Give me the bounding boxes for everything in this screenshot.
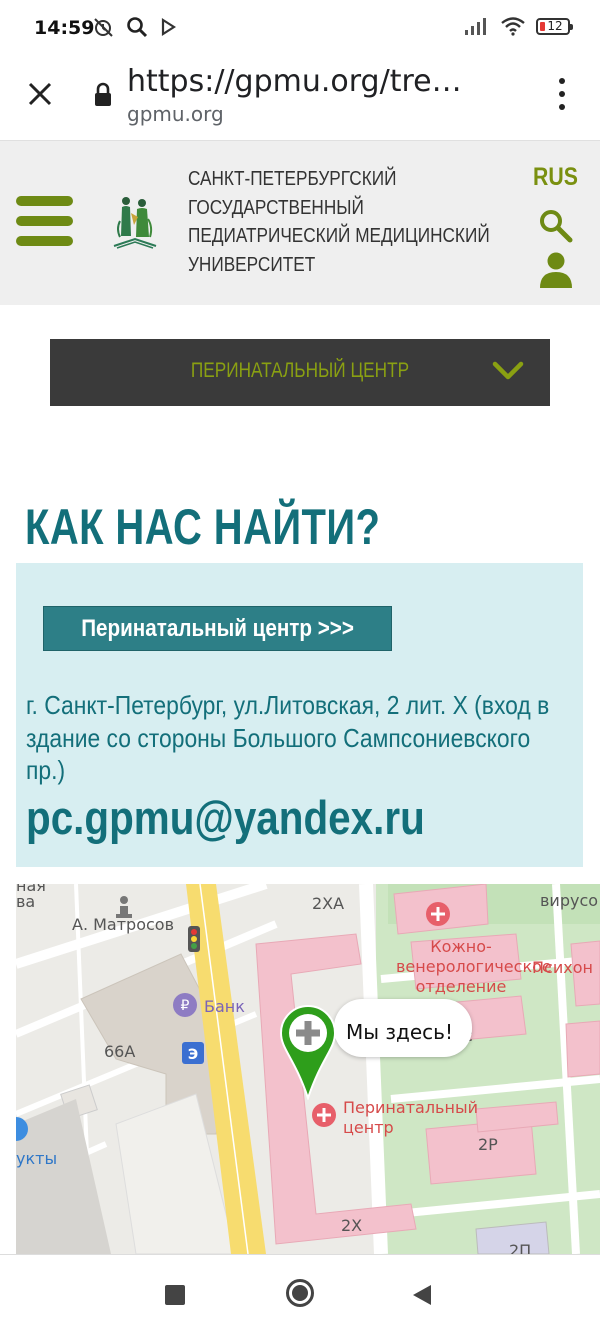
perinatal-center-button[interactable]: Перинатальный центр >>>: [43, 606, 392, 651]
university-logo-icon[interactable]: [112, 191, 158, 251]
search-icon: [127, 17, 148, 38]
map-label: вирусо: [540, 891, 599, 910]
url-text[interactable]: https://gpmu.org/tre…: [127, 64, 462, 99]
browser-toolbar: https://gpmu.org/tre… gpmu.org: [0, 56, 600, 141]
recents-button[interactable]: [165, 1285, 185, 1305]
page-title: КАК НАС НАЙТИ?: [25, 499, 381, 555]
university-name-line: ПЕДИАТРИЧЕСКИЙ МЕДИЦИНСКИЙ: [188, 225, 490, 247]
email-link[interactable]: pc.gpmu@yandex.ru: [26, 790, 425, 845]
svg-text:₽: ₽: [181, 998, 190, 1014]
university-name-line: ГОСУДАРСТВЕННЫЙ: [188, 196, 364, 219]
status-icons-left: [92, 16, 176, 38]
site-search-icon[interactable]: [538, 208, 574, 244]
status-icons-right: 12: [464, 16, 573, 36]
svg-text:Э: Э: [188, 1047, 198, 1063]
map-label: Банк: [204, 997, 245, 1016]
map-poi-skin-clinic[interactable]: Кожно- венерологическое отделение: [396, 937, 552, 997]
map-label: 2Р: [478, 1135, 498, 1154]
university-name-line: УНИВЕРСИТЕТ: [188, 253, 316, 276]
site-header: САНКТ-ПЕТЕРБУРГСКИЙ ГОСУДАРСТВЕННЫЙ ПЕДИ…: [0, 141, 600, 305]
hamburger-menu-button[interactable]: [16, 196, 73, 246]
map-label: 2ХА: [312, 894, 345, 913]
map-label: укты: [16, 1149, 58, 1168]
hamburger-bar-icon: [16, 216, 73, 226]
status-bar: 14:59 12: [0, 0, 600, 56]
hamburger-bar-icon: [16, 236, 73, 246]
wifi-icon: [501, 17, 525, 36]
map-label: ва: [16, 892, 36, 911]
battery-icon: 12: [536, 17, 573, 35]
close-tab-button[interactable]: [22, 76, 58, 112]
home-button[interactable]: [285, 1278, 315, 1308]
browser-menu-button[interactable]: [548, 78, 576, 110]
map-label: 66А: [104, 1042, 136, 1061]
address-text: г. Санкт-Петербург, ул.Литовская, 2 лит.…: [26, 690, 550, 785]
dropdown-label: ПЕРИНАТАЛЬНЫЙ ЦЕНТР: [190, 359, 410, 382]
play-store-icon: [161, 18, 176, 36]
university-name[interactable]: САНКТ-ПЕТЕРБУРГСКИЙ ГОСУДАРСТВЕННЫЙ ПЕДИ…: [188, 165, 490, 279]
map-label: 2П: [509, 1241, 532, 1254]
map-label: 2Х: [341, 1216, 363, 1235]
map-label: А. Матросов: [72, 915, 175, 934]
section-dropdown[interactable]: ПЕРИНАТАЛЬНЫЙ ЦЕНТР: [50, 339, 550, 406]
marker-callout-text: Мы здесь!: [346, 1020, 453, 1044]
lock-icon[interactable]: [92, 82, 114, 108]
domain-text[interactable]: gpmu.org: [127, 102, 224, 126]
menu-dot-icon: [559, 104, 565, 110]
status-time: 14:59: [34, 17, 95, 39]
chevron-down-icon[interactable]: [492, 360, 524, 382]
hamburger-bar-icon: [16, 196, 73, 206]
language-switch[interactable]: RUS: [533, 163, 578, 192]
battery-level: 12: [547, 19, 563, 33]
perinatal-center-button-label: Перинатальный центр >>>: [81, 614, 354, 642]
menu-dot-icon: [559, 91, 565, 97]
alarm-off-icon: [94, 18, 113, 37]
map-poi-label: Перинатальный центр: [343, 1098, 478, 1137]
location-map[interactable]: ₽ Э ная ва А. Матросов Банк 66А укты 2ХА…: [16, 884, 600, 1254]
menu-dot-icon: [559, 78, 565, 84]
university-name-line: САНКТ-ПЕТЕРБУРГСКИЙ: [188, 168, 397, 190]
signal-icon: [465, 18, 486, 35]
map-marker-icon[interactable]: [278, 1004, 338, 1100]
user-account-icon[interactable]: [539, 251, 573, 289]
map-poi-perinatal[interactable]: Перинатальный центр: [343, 1098, 478, 1138]
back-button[interactable]: [411, 1283, 433, 1307]
map-label: Психон: [532, 958, 593, 977]
